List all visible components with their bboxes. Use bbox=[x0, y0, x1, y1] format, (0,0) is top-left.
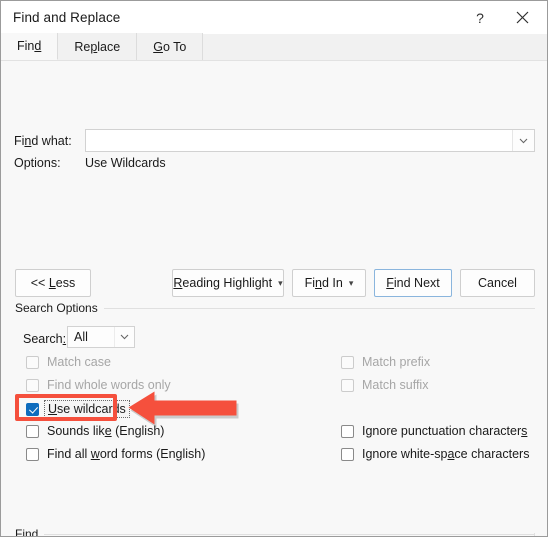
less-button[interactable]: << Less bbox=[15, 269, 91, 297]
close-icon bbox=[516, 11, 528, 24]
find-what-input[interactable] bbox=[86, 130, 512, 151]
dialog-body: Find what: Options: Use Wildcards << Les… bbox=[1, 61, 547, 536]
find-what-combobox[interactable] bbox=[85, 129, 535, 152]
checkbox-find-whole-words-only-label: Find whole words only bbox=[47, 378, 171, 392]
checkbox-box-checked bbox=[26, 402, 39, 416]
chevron-down-icon bbox=[519, 138, 528, 143]
chevron-down-icon bbox=[120, 334, 129, 340]
search-scope-dropdown-button[interactable] bbox=[114, 327, 134, 347]
tab-replace-label: Replace bbox=[74, 39, 121, 54]
tab-strip: Find Replace Go To bbox=[1, 33, 547, 61]
find-group-label: Find bbox=[15, 527, 45, 536]
reading-highlight-button[interactable]: Reading Highlight ▾ bbox=[172, 269, 284, 297]
find-what-label: Find what: bbox=[14, 134, 72, 148]
find-next-button[interactable]: Find Next bbox=[374, 269, 452, 297]
checkbox-sounds-like-label: Sounds like (English) bbox=[47, 424, 165, 438]
checkbox-match-prefix-label: Match prefix bbox=[362, 355, 431, 369]
window-title: Find and Replace bbox=[13, 10, 121, 25]
search-scope-label: Search: bbox=[23, 332, 67, 346]
tab-replace[interactable]: Replace bbox=[58, 33, 138, 60]
less-button-label: << Less bbox=[30, 276, 76, 290]
cancel-button-label: Cancel bbox=[478, 276, 517, 290]
checkbox-ignore-punctuation-characters-label: Ignore punctuation characters bbox=[362, 424, 528, 438]
checkbox-match-case[interactable]: Match case bbox=[26, 355, 111, 369]
cancel-button[interactable]: Cancel bbox=[460, 269, 535, 297]
search-options-group-label: Search Options bbox=[15, 301, 104, 315]
checkbox-match-suffix-label: Match suffix bbox=[362, 378, 429, 392]
tab-go-to-label: Go To bbox=[153, 39, 187, 54]
checkbox-box bbox=[26, 378, 39, 392]
checkbox-ignore-punctuation-characters[interactable]: Ignore punctuation characters bbox=[341, 424, 527, 438]
find-what-dropdown-button[interactable] bbox=[512, 130, 534, 151]
checkbox-ignore-white-space-characters-label: Ignore white-space characters bbox=[362, 447, 530, 461]
checkbox-find-all-word-forms[interactable]: Find all word forms (English) bbox=[26, 447, 205, 461]
checkbox-match-case-label: Match case bbox=[47, 355, 111, 369]
help-button[interactable]: ? bbox=[459, 1, 501, 34]
checkbox-box bbox=[341, 424, 354, 438]
checkbox-box bbox=[341, 355, 354, 369]
tab-find[interactable]: Find bbox=[1, 33, 59, 60]
options-label: Options: bbox=[14, 156, 61, 170]
question-mark-icon: ? bbox=[476, 9, 484, 26]
tab-find-label: Find bbox=[17, 39, 42, 53]
search-scope-value: All bbox=[74, 330, 88, 344]
title-bar: Find and Replace ? bbox=[1, 1, 547, 34]
dropdown-caret-icon: ▾ bbox=[278, 277, 283, 288]
checkbox-match-prefix[interactable]: Match prefix bbox=[341, 355, 430, 369]
checkbox-find-whole-words-only[interactable]: Find whole words only bbox=[26, 378, 171, 392]
checkbox-box bbox=[26, 355, 39, 369]
find-and-replace-dialog: Find and Replace ? Find Replace Go To Fi… bbox=[0, 0, 548, 537]
checkbox-ignore-white-space-characters[interactable]: Ignore white-space characters bbox=[341, 447, 529, 461]
close-button[interactable] bbox=[501, 1, 543, 34]
checkbox-sounds-like[interactable]: Sounds like (English) bbox=[26, 424, 164, 438]
checkbox-match-suffix[interactable]: Match suffix bbox=[341, 378, 428, 392]
find-in-button-label: Find In bbox=[304, 276, 343, 290]
checkbox-find-all-word-forms-label: Find all word forms (English) bbox=[47, 447, 206, 461]
find-in-button[interactable]: Find In ▾ bbox=[292, 269, 366, 297]
checkbox-use-wildcards-label: Use wildcards bbox=[44, 400, 130, 418]
reading-highlight-button-label: Reading Highlight bbox=[173, 276, 273, 290]
search-scope-combobox[interactable]: All bbox=[67, 326, 135, 348]
left-arrow-annotation-icon bbox=[128, 391, 239, 428]
dropdown-caret-icon: ▾ bbox=[348, 277, 354, 288]
checkbox-box bbox=[26, 447, 39, 461]
checkbox-use-wildcards[interactable]: Use wildcards bbox=[26, 400, 130, 418]
find-next-button-label: Find Next bbox=[386, 276, 440, 290]
checkbox-box bbox=[341, 378, 354, 392]
tab-go-to[interactable]: Go To bbox=[137, 33, 204, 60]
checkbox-box bbox=[341, 447, 354, 461]
options-value: Use Wildcards bbox=[85, 156, 166, 170]
checkbox-box bbox=[26, 424, 39, 438]
find-group-divider bbox=[15, 534, 535, 535]
